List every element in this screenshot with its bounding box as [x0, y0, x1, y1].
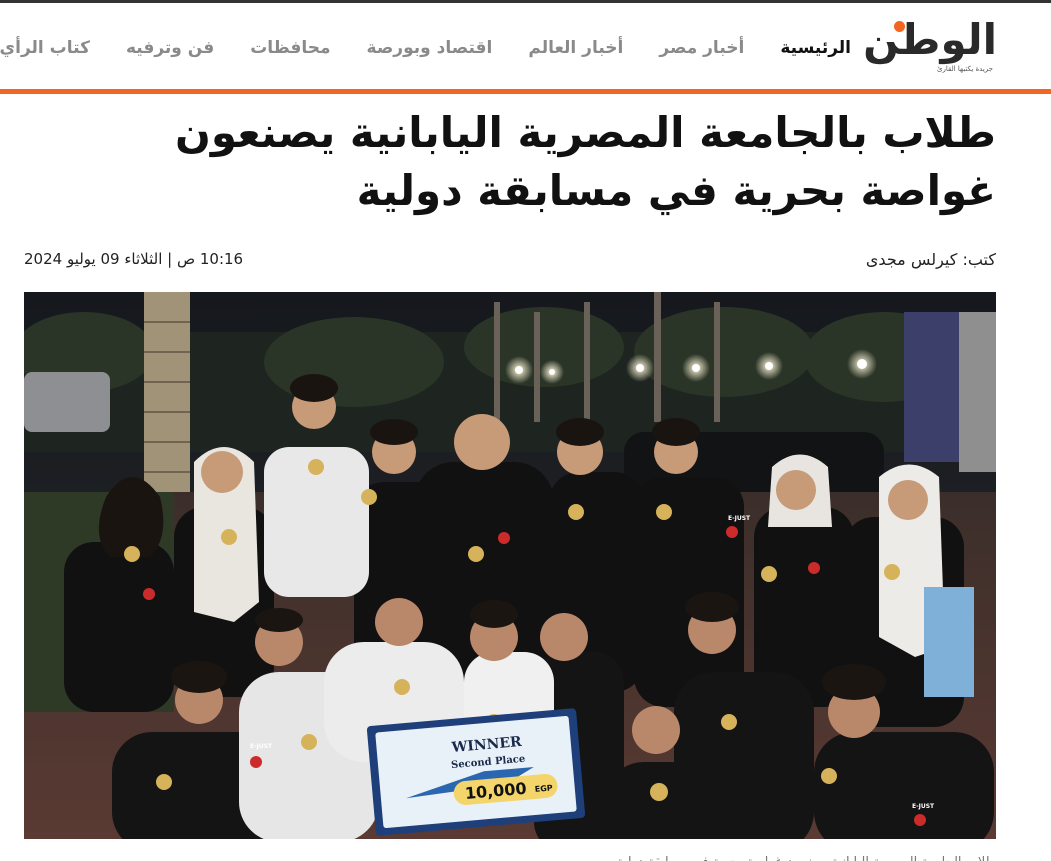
main-navigation: الرئيسية أخبار مصر أخبار العالم اقتصاد و…: [0, 33, 851, 63]
shirt-badge-text-3: E-JUST: [912, 803, 935, 810]
site-header: الوطن جريدة يكتبها القارئ الرئيسية أخبار…: [0, 3, 1051, 89]
nav-item-opinion[interactable]: كتاب الرأي: [0, 38, 90, 58]
nav-item-entertainment[interactable]: فن وترفيه: [126, 38, 214, 58]
header-accent-line: [0, 89, 1051, 94]
photo-caption: طلاب الجامعة المصرية اليابانية يصنعون غو…: [24, 846, 996, 861]
shirt-badge-text-1: E-JUST: [250, 743, 273, 750]
photo-caption-text: طلاب الجامعة المصرية اليابانية يصنعون غو…: [24, 852, 996, 861]
logo-dot-icon: [894, 21, 905, 32]
logo-tagline: جريدة يكتبها القارئ: [937, 65, 993, 73]
nav-item-egypt-news[interactable]: أخبار مصر: [659, 38, 744, 58]
nav-item-home[interactable]: الرئيسية: [780, 38, 851, 58]
nav-item-economy[interactable]: اقتصاد وبورصة: [367, 38, 493, 58]
sign-prize-currency: EGP: [534, 783, 553, 794]
article-author[interactable]: كتب: كيرلس مجدى: [866, 250, 996, 269]
article-date: 10:16 ص | الثلاثاء 09 يوليو 2024: [24, 250, 244, 268]
group-photo-image: WINNER Second Place 10,000 EGP E-JUST E-…: [24, 292, 996, 839]
site-logo[interactable]: الوطن جريدة يكتبها القارئ: [863, 15, 998, 77]
article-main-photo[interactable]: WINNER Second Place 10,000 EGP E-JUST E-…: [24, 292, 996, 839]
nav-item-governorates[interactable]: محافظات: [250, 38, 330, 58]
article-title: طلاب بالجامعة المصرية اليابانية يصنعون غ…: [175, 108, 996, 215]
nav-item-world-news[interactable]: أخبار العالم: [528, 38, 623, 58]
shirt-badge-text-2: E-JUST: [728, 515, 751, 522]
logo-text: الوطن: [863, 15, 998, 64]
